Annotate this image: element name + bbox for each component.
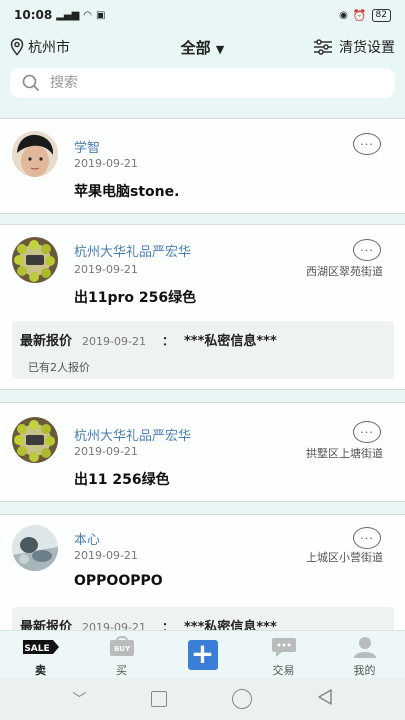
plus-icon: + [187,640,218,670]
ellipsis-icon: ··· [360,425,374,439]
poster-name[interactable]: 杭州大华礼品严宏华 [74,425,191,444]
post-location: 拱墅区上塘街道 [306,447,383,460]
ellipsis-icon: ··· [360,137,374,151]
status-right: ◉ ⏰ 82 [339,8,391,22]
location-service-icon: ◉ [339,9,348,21]
latest-quote-box[interactable]: 最新报价 2019-09-21 ： ***私密信息*** 已有2人报价 [12,321,394,379]
quote-count: 已有2人报价 [28,361,90,374]
filter-label: 全部 [180,38,211,57]
post-title: 出11pro 256绿色 [74,290,197,306]
quote-info: ***私密信息*** [183,334,277,349]
post-title: OPPOOPPO [74,573,163,589]
wifi-icon: ◠ [83,9,93,21]
post-card[interactable]: 杭州大华礼品严宏华 2019-09-21 出11pro 256绿色 ··· 西湖… [0,224,405,390]
ellipsis-icon: ··· [360,531,374,545]
signal-icon: ▂▄▆ [56,9,80,21]
avatar[interactable] [12,131,58,177]
status-time: 10:08 [14,8,53,22]
tab-trade-label: 交易 [272,664,295,677]
more-options-button[interactable]: ··· [353,527,381,549]
user-icon [353,635,377,659]
more-options-button[interactable]: ··· [353,421,381,443]
tab-buy[interactable]: BUY 买 [81,631,162,679]
ellipsis-icon: ··· [360,243,374,257]
caret-down-icon: ▼ [215,42,225,56]
post-location: 上城区小营街道 [306,551,383,564]
settings-label: 清货设置 [339,40,395,56]
top-header: 杭州市 全部 ▼ 清货设置 [0,32,405,62]
tab-mine-label: 我的 [353,664,376,677]
poster-name[interactable]: 学智 [74,137,100,156]
buy-bag-icon: BUY [107,635,137,659]
search-input[interactable] [48,74,383,92]
nav-back-icon[interactable] [317,688,333,710]
tab-trade[interactable]: 交易 [243,631,324,679]
nav-recents-icon[interactable] [151,691,168,707]
post-card[interactable]: 本心 2019-09-21 OPPOOPPO ··· 上城区小营街道 最新报价 2… [0,514,405,647]
poster-name[interactable]: 本心 [74,529,100,548]
battery-indicator: 82 [371,8,391,22]
more-options-button[interactable]: ··· [353,133,381,155]
sale-badge-text: SALE [24,644,49,654]
tab-buy-label: 买 [116,664,127,677]
buy-badge-text: BUY [113,645,130,653]
tab-publish[interactable]: + [162,631,243,679]
status-bar: 10:08 ▂▄▆ ◠ ▣ ◉ ⏰ 82 [0,0,405,30]
avatar[interactable] [12,417,58,463]
more-options-button[interactable]: ··· [353,239,381,261]
tab-mine[interactable]: 我的 [324,631,405,679]
quote-colon: ： [161,334,174,348]
poster-name[interactable]: 杭州大华礼品严宏华 [74,241,191,260]
bottom-tab-bar: SALE 卖 BUY 买 + 交易 我的 [0,630,405,679]
search-bar [10,68,395,98]
post-card[interactable]: 学智 2019-09-21 苹果电脑stone. ··· [0,118,405,214]
tab-sell-label: 卖 [35,664,46,677]
city-label: 杭州市 [28,40,70,56]
search-icon [22,74,40,92]
avatar[interactable] [12,525,58,571]
system-nav-bar: ﹀ [0,678,405,720]
avatar[interactable] [12,237,58,283]
tab-sell[interactable]: SALE 卖 [0,631,81,679]
nav-chevron-down-icon[interactable]: ﹀ [72,689,86,709]
filter-dropdown[interactable]: 全部 ▼ [181,39,225,57]
nav-home-icon[interactable] [231,689,252,709]
post-date: 2019-09-21 [74,157,138,170]
post-date: 2019-09-21 [74,445,138,458]
post-title: 苹果电脑stone. [74,184,180,200]
post-location: 西湖区翠苑街道 [306,265,383,278]
chat-bubble-icon [271,635,297,659]
location-pin-icon [10,38,24,56]
clearance-settings-button[interactable]: 清货设置 [313,37,395,57]
quote-date: 2019-09-21 [82,335,146,348]
notification-icon: ▣ [96,9,106,21]
post-card[interactable]: 杭州大华礼品严宏华 2019-09-21 出11 256绿色 ··· 拱墅区上塘… [0,402,405,502]
add-post-button[interactable]: + [187,638,218,672]
post-date: 2019-09-21 [74,263,138,276]
quote-label: 最新报价 [20,334,73,349]
sliders-icon [314,39,332,55]
quote-line: 最新报价 2019-09-21 ： ***私密信息*** [20,330,277,349]
post-title: 出11 256绿色 [74,472,170,488]
post-date: 2019-09-21 [74,549,138,562]
sale-tag-icon: SALE [21,635,61,659]
city-selector[interactable]: 杭州市 [10,37,70,57]
status-left: 10:08 ▂▄▆ ◠ ▣ [14,8,105,22]
alarm-icon: ⏰ [352,8,367,22]
